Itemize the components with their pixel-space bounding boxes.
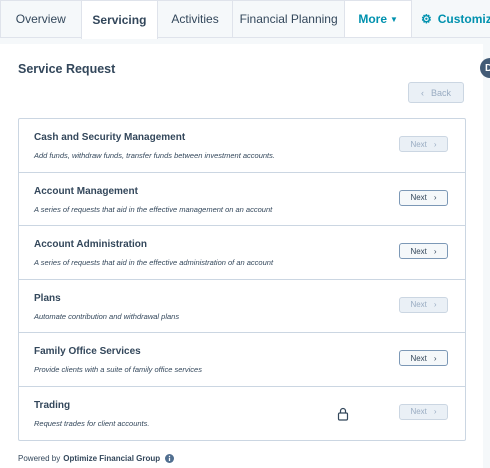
next-label: Next xyxy=(410,246,427,256)
tab-activities[interactable]: Activities xyxy=(157,0,233,37)
back-button[interactable]: ‹ Back xyxy=(408,82,464,103)
info-icon[interactable] xyxy=(165,454,175,463)
item-description: A series of requests that aid in the eff… xyxy=(34,258,274,267)
service-request-panel: Service Request ‹ Back Cash and Security … xyxy=(0,44,483,468)
item-title: Account Management xyxy=(34,185,138,197)
service-request-list: Cash and Security Management Add funds, … xyxy=(18,118,466,441)
tab-servicing[interactable]: Servicing xyxy=(80,0,159,39)
item-title: Cash and Security Management xyxy=(34,132,186,143)
customize-button[interactable]: ⚙ Customize xyxy=(411,0,490,37)
list-item: Account Management A series of requests … xyxy=(19,173,465,226)
tab-label: Servicing xyxy=(92,13,147,27)
chevron-right-icon: › xyxy=(433,353,437,363)
next-button[interactable]: Next › xyxy=(399,243,448,259)
caret-down-icon: ▼ xyxy=(390,14,398,24)
item-title: Trading xyxy=(34,399,71,411)
tab-financial-planning[interactable]: Financial Planning xyxy=(231,0,346,37)
item-description: Provide clients with a suite of family o… xyxy=(34,365,202,374)
chevron-right-icon: › xyxy=(433,300,437,309)
next-button[interactable]: Next › xyxy=(399,189,448,206)
chevron-right-icon: › xyxy=(433,407,437,416)
chevron-right-icon: › xyxy=(433,139,437,149)
list-item: Cash and Security Management Add funds, … xyxy=(19,119,465,173)
next-label: Next xyxy=(410,193,427,202)
customize-label: Customize xyxy=(437,11,490,26)
chevron-left-icon: ‹ xyxy=(420,87,424,98)
next-button[interactable]: Next › xyxy=(399,296,448,313)
item-description: Add funds, withdraw funds, transfer fund… xyxy=(34,151,275,160)
item-title: Plans xyxy=(34,292,61,304)
tab-more[interactable]: More ▼ xyxy=(344,0,412,37)
list-item: Trading Request trades for client accoun… xyxy=(19,387,465,441)
gear-icon: ⚙ xyxy=(421,11,432,26)
avatar-letter: D xyxy=(485,62,490,74)
next-button[interactable]: Next › xyxy=(399,403,448,420)
tab-label: Financial Planning xyxy=(239,12,338,26)
tab-label: Overview xyxy=(15,12,66,26)
item-description: Request trades for client accounts. xyxy=(34,418,150,428)
next-button[interactable]: Next › xyxy=(399,136,448,152)
tab-label: Activities xyxy=(171,12,219,26)
tab-label: More xyxy=(358,12,388,26)
next-label: Next xyxy=(410,300,427,309)
tab-overview[interactable]: Overview xyxy=(0,0,82,37)
item-description: A series of requests that aid in the eff… xyxy=(34,204,273,214)
next-label: Next xyxy=(410,407,427,416)
back-label: Back xyxy=(430,87,451,98)
lock-icon xyxy=(337,407,349,421)
item-title: Family Office Services xyxy=(34,346,141,357)
next-label: Next xyxy=(410,353,427,363)
next-button[interactable]: Next › xyxy=(399,350,448,366)
brand-name: Optimize Financial Group xyxy=(63,454,161,463)
chevron-right-icon: › xyxy=(433,193,437,202)
page-title: Service Request xyxy=(18,62,116,76)
chevron-right-icon: › xyxy=(433,246,437,256)
list-item: Family Office Services Provide clients w… xyxy=(19,333,465,387)
powered-by-text: Powered by xyxy=(18,454,61,463)
list-item: Account Administration A series of reque… xyxy=(19,226,465,280)
item-description: Automate contribution and withdrawal pla… xyxy=(34,311,180,321)
next-label: Next xyxy=(410,139,427,149)
item-title: Account Administration xyxy=(34,239,147,250)
powered-by-footer: Powered by Optimize Financial Group xyxy=(18,454,175,463)
list-item: Plans Automate contribution and withdraw… xyxy=(19,280,465,333)
record-tabs: Overview Servicing Activities Financial … xyxy=(0,0,490,39)
